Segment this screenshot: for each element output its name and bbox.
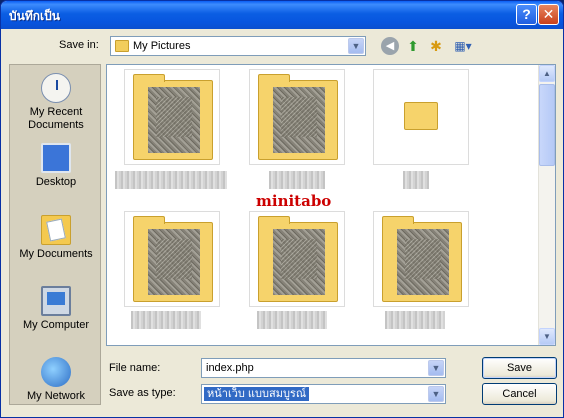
title-bar[interactable]: บันทึกเป็น ? ✕	[1, 1, 563, 29]
thumbnail-preview	[148, 229, 200, 295]
folder-icon	[115, 40, 129, 52]
close-button[interactable]: ✕	[538, 4, 559, 25]
chevron-down-icon[interactable]: ▼	[428, 360, 444, 376]
place-label: My Recent Documents	[28, 106, 84, 131]
scroll-thumb[interactable]	[539, 84, 555, 166]
place-my-recent-documents[interactable]: My Recent Documents	[10, 73, 102, 132]
folder-thumbnail[interactable]	[249, 69, 345, 165]
thumbnail-preview	[273, 229, 325, 295]
window-title: บันทึกเป็น	[9, 9, 60, 23]
thumbnail-preview	[148, 87, 200, 153]
folder-name-label	[131, 311, 201, 329]
folder-icon	[382, 216, 462, 302]
place-my-computer[interactable]: My Computer	[10, 286, 102, 332]
folder-name-label	[257, 311, 327, 329]
place-label: My Network	[26, 390, 86, 402]
save-in-value: My Pictures	[133, 40, 191, 52]
watermark: minitabo	[256, 192, 332, 210]
back-icon[interactable]: ◀	[381, 37, 399, 55]
save-as-type-value: หน้าเว็บ แบบสมบูรณ์	[204, 387, 310, 401]
folder-name-label	[269, 171, 325, 189]
recent-documents-icon	[41, 73, 71, 103]
save-in-dropdown[interactable]: My Pictures ▼	[110, 36, 366, 56]
place-label: Desktop	[35, 176, 77, 188]
places-bar: My Recent Documents Desktop My Documents…	[9, 64, 101, 405]
place-desktop[interactable]: Desktop	[10, 143, 102, 189]
file-name-value: index.php	[206, 362, 254, 374]
vertical-scrollbar[interactable]: ▲ ▼	[538, 65, 555, 345]
desktop-icon	[41, 143, 71, 173]
place-label: My Documents	[19, 248, 93, 260]
folder-thumbnail[interactable]	[124, 211, 220, 307]
folder-thumbnail[interactable]	[373, 211, 469, 307]
my-documents-icon	[41, 215, 71, 245]
place-my-documents[interactable]: My Documents	[10, 215, 102, 261]
place-my-network[interactable]: My Network	[10, 357, 102, 403]
scroll-up-icon[interactable]: ▲	[539, 65, 555, 82]
save-as-type-label: Save as type:	[109, 387, 176, 399]
file-name-label: File name:	[109, 362, 161, 374]
folder-thumbnail[interactable]	[373, 69, 469, 165]
views-menu-icon[interactable]: ▦▾	[451, 37, 475, 55]
folder-name-label	[385, 311, 445, 329]
chevron-down-icon[interactable]: ▼	[428, 386, 444, 402]
folder-thumbnail[interactable]	[124, 69, 220, 165]
cancel-button[interactable]: Cancel	[482, 383, 557, 405]
place-label: My Computer	[22, 319, 90, 331]
folder-icon	[404, 102, 438, 130]
save-as-dialog: บันทึกเป็น ? ✕ Save in: My Pictures ▼ ◀ …	[0, 0, 564, 418]
up-folder-icon[interactable]: ⬆	[404, 37, 422, 55]
scroll-down-icon[interactable]: ▼	[539, 328, 555, 345]
folder-thumbnail[interactable]	[249, 211, 345, 307]
help-button[interactable]: ?	[516, 4, 537, 25]
save-as-type-dropdown[interactable]: หน้าเว็บ แบบสมบูรณ์ ▼	[201, 384, 446, 404]
folder-name-label	[115, 171, 227, 189]
new-folder-icon[interactable]: ✱	[427, 37, 445, 55]
chevron-down-icon[interactable]: ▼	[348, 38, 364, 54]
file-name-field[interactable]: index.php ▼	[201, 358, 446, 378]
my-network-icon	[41, 357, 71, 387]
thumbnail-preview	[273, 87, 325, 153]
folder-icon	[258, 74, 338, 160]
save-button[interactable]: Save	[482, 357, 557, 379]
thumbnail-preview	[397, 229, 449, 295]
folder-name-label	[403, 171, 429, 189]
folder-icon	[133, 74, 213, 160]
folder-icon	[258, 216, 338, 302]
folder-icon	[133, 216, 213, 302]
save-in-label: Save in:	[59, 39, 99, 51]
my-computer-icon	[41, 286, 71, 316]
